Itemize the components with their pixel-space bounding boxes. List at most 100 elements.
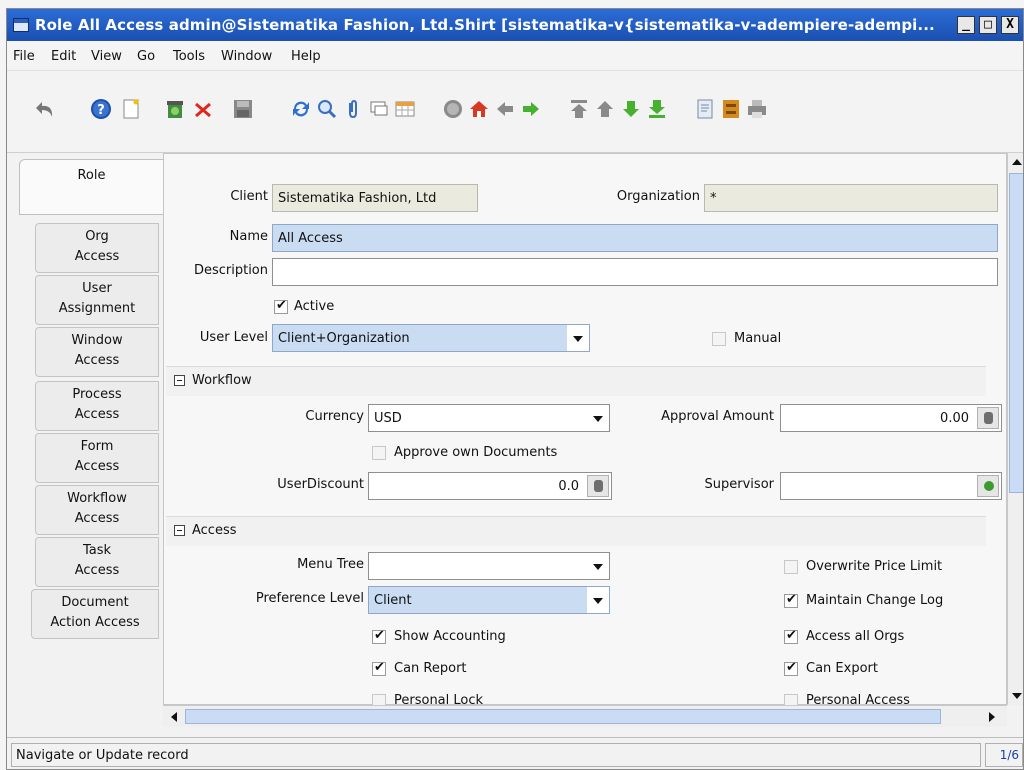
maintain-change-log-checkbox[interactable] — [784, 592, 798, 608]
tab-process-access[interactable]: Process Access — [35, 381, 159, 431]
copy-record-icon[interactable] — [164, 98, 186, 120]
record-counter[interactable]: 1/6 — [985, 743, 1023, 767]
first-record-icon[interactable] — [568, 98, 590, 120]
collapse-icon[interactable] — [174, 525, 185, 536]
maximize-button[interactable]: □ — [979, 16, 997, 34]
new-record-icon[interactable] — [120, 98, 142, 120]
user-level-select[interactable]: Client+Organization — [272, 324, 590, 352]
approval-amount-value: 0.00 — [940, 411, 969, 426]
workflow-section-header[interactable]: Workflow — [166, 366, 986, 396]
manual-checkbox[interactable] — [712, 332, 726, 346]
user-level-label: User Level — [199, 330, 268, 345]
user-discount-field[interactable]: 0.0 — [368, 472, 612, 500]
active-checkbox[interactable] — [274, 298, 288, 314]
chevron-down-icon[interactable] — [567, 325, 589, 351]
menu-edit[interactable]: Edit — [51, 49, 76, 64]
scroll-right-icon[interactable] — [989, 712, 995, 722]
supervisor-field[interactable] — [780, 472, 1002, 500]
calculator-icon[interactable] — [977, 407, 999, 429]
vertical-scrollbar[interactable] — [1007, 153, 1023, 705]
menu-view[interactable]: View — [91, 49, 122, 64]
next-record-icon[interactable] — [620, 98, 642, 120]
chevron-down-icon[interactable] — [587, 587, 609, 613]
currency-select[interactable]: USD — [368, 404, 610, 432]
chat-icon[interactable] — [368, 98, 390, 120]
tab-task-access[interactable]: Task Access — [35, 537, 159, 587]
client-label: Client — [230, 189, 268, 204]
menu-tree-select[interactable] — [368, 552, 610, 580]
archive-icon[interactable] — [720, 98, 742, 120]
tab-label-line2: Access — [74, 511, 120, 526]
approve-own-documents-label: Approve own Documents — [394, 445, 558, 460]
tab-document-action-access[interactable]: Document Action Access — [31, 589, 159, 639]
grid-toggle-icon[interactable] — [394, 98, 416, 120]
tab-workflow-access[interactable]: Workflow Access — [35, 485, 159, 535]
menu-go[interactable]: Go — [137, 49, 155, 64]
access-section-header[interactable]: Access — [166, 516, 986, 546]
menu-file[interactable]: File — [13, 49, 35, 64]
menu-tree-label: Menu Tree — [297, 557, 364, 572]
attachment-icon[interactable] — [342, 98, 364, 120]
menu-tools[interactable]: Tools — [173, 49, 205, 64]
tab-label-line1: Workflow — [67, 491, 127, 506]
maintain-change-log-label: Maintain Change Log — [806, 593, 944, 608]
scroll-up-icon[interactable] — [1012, 159, 1022, 165]
name-field[interactable]: All Access — [272, 224, 998, 252]
tab-window-access[interactable]: Window Access — [35, 327, 159, 377]
collapse-icon[interactable] — [174, 375, 185, 386]
horizontal-scrollbar[interactable] — [163, 705, 1007, 727]
chevron-down-icon[interactable] — [587, 405, 609, 431]
forward-icon[interactable] — [520, 98, 542, 120]
history-icon[interactable] — [442, 98, 464, 120]
tab-user-assignment[interactable]: User Assignment — [35, 275, 159, 325]
tab-label-line2: Assignment — [58, 301, 136, 316]
tab-org-access[interactable]: Org Access — [35, 223, 159, 273]
status-bar: Navigate or Update record 1/6 — [7, 737, 1023, 769]
tab-label-line1: Task — [82, 543, 112, 558]
workflow-section-label: Workflow — [192, 373, 252, 388]
approval-amount-label: Approval Amount — [661, 409, 774, 424]
title-bar: Role All Access admin@Sistematika Fashio… — [7, 9, 1023, 41]
approval-amount-field[interactable]: 0.00 — [780, 404, 1002, 432]
menu-window[interactable]: Window — [221, 49, 272, 64]
tab-label-line1: User — [82, 281, 112, 296]
previous-record-icon[interactable] — [594, 98, 616, 120]
tab-role[interactable]: Role — [19, 159, 163, 215]
lookup-icon[interactable] — [977, 475, 999, 497]
scroll-left-icon[interactable] — [171, 712, 177, 722]
overwrite-price-limit-checkbox[interactable] — [784, 560, 798, 574]
delete-icon[interactable] — [192, 98, 214, 120]
back-icon[interactable] — [494, 98, 516, 120]
access-all-orgs-checkbox[interactable] — [784, 628, 798, 644]
scroll-down-icon[interactable] — [1012, 693, 1022, 699]
toolbar: ? — [7, 71, 1023, 153]
refresh-icon[interactable] — [290, 98, 312, 120]
description-field[interactable] — [272, 258, 998, 286]
tab-form-access[interactable]: Form Access — [35, 433, 159, 483]
report-icon[interactable] — [694, 98, 716, 120]
tab-label-line2: Access — [74, 459, 120, 474]
can-report-checkbox[interactable] — [372, 660, 386, 676]
client-field[interactable]: Sistematika Fashion, Ltd — [272, 184, 478, 212]
organization-field[interactable]: * — [704, 184, 998, 212]
last-record-icon[interactable] — [646, 98, 668, 120]
print-icon[interactable] — [746, 98, 768, 120]
preference-level-select[interactable]: Client — [368, 586, 610, 614]
approve-own-documents-checkbox[interactable] — [372, 446, 386, 460]
access-section-label: Access — [192, 523, 237, 538]
find-icon[interactable] — [316, 98, 338, 120]
menu-help[interactable]: Help — [291, 49, 321, 64]
home-icon[interactable] — [468, 98, 490, 120]
vertical-scroll-thumb[interactable] — [1009, 173, 1023, 493]
undo-icon[interactable] — [34, 98, 56, 120]
can-export-checkbox[interactable] — [784, 660, 798, 676]
horizontal-scroll-thumb[interactable] — [185, 709, 941, 724]
help-icon[interactable]: ? — [90, 98, 112, 120]
save-icon[interactable] — [232, 98, 254, 120]
user-discount-label: UserDiscount — [277, 477, 364, 492]
show-accounting-checkbox[interactable] — [372, 628, 386, 644]
close-button[interactable]: X — [1001, 16, 1019, 34]
chevron-down-icon[interactable] — [587, 553, 609, 579]
minimize-button[interactable]: _ — [957, 16, 975, 34]
calculator-icon[interactable] — [587, 475, 609, 497]
